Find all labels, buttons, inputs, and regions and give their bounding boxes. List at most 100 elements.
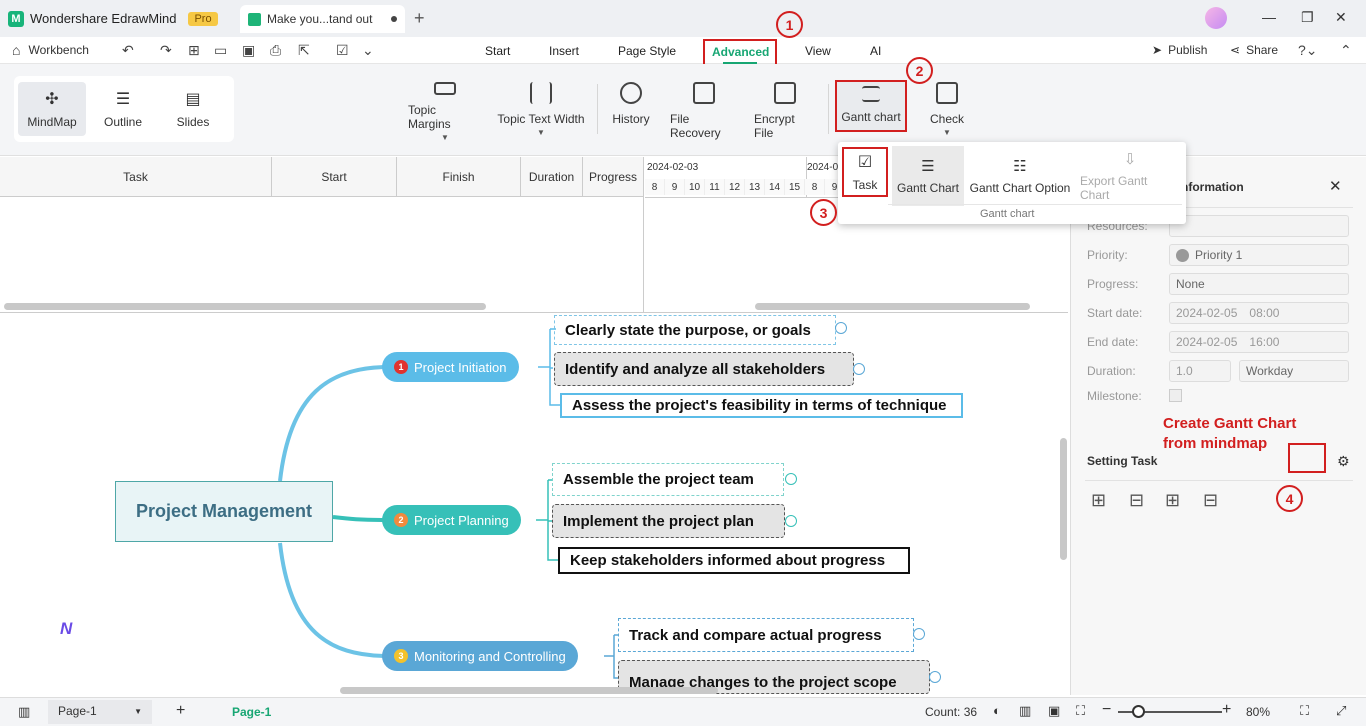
add-subtask-icon[interactable]: ⊞ [1165, 490, 1180, 511]
remove-task-icon[interactable]: ⊟ [1129, 490, 1144, 511]
zoom-level[interactable]: 80% [1246, 705, 1270, 719]
add-page-icon[interactable]: + [176, 702, 185, 720]
share-label: Share [1246, 43, 1279, 57]
zoom-out-icon[interactable]: − [1102, 701, 1111, 719]
checkbox-icon[interactable]: ☑ [336, 42, 349, 59]
priority-3-icon: 3 [394, 649, 408, 663]
more-icon[interactable]: ⌄ [362, 42, 374, 59]
present-icon[interactable]: ⤢ [1336, 703, 1346, 719]
page-select[interactable]: Page-1 ▼ [48, 700, 152, 724]
menu-insert[interactable]: Insert [549, 44, 579, 58]
sidebar-toggle-icon[interactable]: ▥ [18, 704, 30, 720]
resources-select[interactable] [1169, 215, 1349, 237]
file-recovery-button[interactable]: File Recovery [670, 82, 738, 142]
topic-text-width-button[interactable]: Topic Text Width ▼ [497, 82, 585, 142]
subtopic[interactable]: Keep stakeholders informed about progres… [558, 547, 910, 574]
priority-select[interactable]: Priority 1 [1169, 244, 1349, 266]
encrypt-file-button[interactable]: Encrypt File [754, 82, 816, 142]
mindmap-view-button[interactable]: ✣ MindMap [18, 82, 86, 136]
subtopic[interactable]: Implement the project plan [552, 504, 785, 538]
topic-project-planning[interactable]: 2 Project Planning [382, 505, 521, 535]
page-tab[interactable]: Page-1 [232, 705, 271, 719]
timeline-scrollbar[interactable] [755, 303, 1030, 310]
expand-handle-icon[interactable] [785, 515, 797, 527]
document-tab[interactable]: Make you...tand out [240, 5, 405, 33]
subtopic[interactable]: Assemble the project team [552, 463, 784, 496]
export-icon[interactable]: ⇱ [298, 42, 310, 59]
subtopic[interactable]: Clearly state the purpose, or goals [554, 315, 836, 345]
topic-margins-button[interactable]: Topic Margins ▼ [408, 82, 482, 142]
remove-subtask-icon[interactable]: ⊟ [1203, 490, 1218, 511]
share-button[interactable]: ⋖ Share [1230, 43, 1278, 57]
column-start[interactable]: Start [272, 157, 397, 197]
undo-icon[interactable]: ↶ [122, 42, 134, 59]
topic-monitoring-and-controlling[interactable]: 3 Monitoring and Controlling [382, 641, 578, 671]
lock-file-icon [774, 82, 796, 104]
expand-handle-icon[interactable] [785, 473, 797, 485]
task-button[interactable]: ☑ Task [842, 147, 888, 197]
expand-handle-icon[interactable] [929, 671, 941, 683]
topic-project-initiation[interactable]: 1 Project Initiation [382, 352, 519, 382]
help-icon[interactable]: ?⌄ [1298, 42, 1318, 59]
collapse-icon[interactable]: ⌃ [1340, 42, 1352, 59]
maximize-icon[interactable]: ❐ [1301, 9, 1314, 26]
subtopic[interactable]: Identify and analyze all stakeholders [554, 352, 854, 386]
zoom-slider-thumb[interactable] [1132, 705, 1145, 718]
duration-unit-select[interactable]: Workday [1239, 360, 1349, 382]
end-date-field[interactable]: 2024-02-05 16:00 [1169, 331, 1349, 353]
redo-icon[interactable]: ↷ [160, 42, 172, 59]
table-scrollbar[interactable] [4, 303, 486, 310]
history-button[interactable]: History [610, 82, 652, 142]
milestone-checkbox[interactable] [1169, 389, 1182, 402]
fit-width-icon[interactable]: ⛶ [1076, 703, 1085, 719]
book-icon[interactable]: ▥ [1019, 703, 1031, 719]
column-finish[interactable]: Finish [397, 157, 521, 197]
fit-page-icon[interactable]: ▣ [1048, 703, 1060, 719]
subtopic[interactable]: Track and compare actual progress [618, 618, 914, 652]
menu-start[interactable]: Start [485, 44, 510, 58]
fullscreen-icon[interactable]: ⛶ [1300, 703, 1309, 719]
column-duration[interactable]: Duration [521, 157, 583, 197]
gantt-chart-view-button[interactable]: ☰ Gantt Chart [892, 146, 964, 206]
print-icon[interactable]: ⎙ [270, 42, 281, 59]
start-date-field[interactable]: 2024-02-05 08:00 [1169, 302, 1349, 324]
gantt-option-icon[interactable]: ⚙ [1337, 453, 1350, 470]
save-icon[interactable]: ▣ [242, 42, 255, 59]
open-folder-icon[interactable]: ▭ [214, 42, 227, 59]
progress-select[interactable]: None [1169, 273, 1349, 295]
outline-view-button[interactable]: ☰ Outline [89, 82, 157, 136]
gantt-chart-option-button[interactable]: ☷ Gantt Chart Option [968, 146, 1072, 206]
create-gantt-from-mindmap-button[interactable] [1288, 443, 1326, 473]
menu-ai[interactable]: AI [870, 44, 881, 58]
menu-view[interactable]: View [805, 44, 831, 58]
zoom-in-icon[interactable]: + [1222, 701, 1231, 719]
mindmap-canvas[interactable]: Project Management 1 Project Initiation … [0, 313, 1068, 695]
workbench-button[interactable]: ⌂ Workbench [12, 42, 89, 58]
expand-handle-icon[interactable] [913, 628, 925, 640]
root-topic[interactable]: Project Management [115, 481, 333, 542]
gantt-chart-button[interactable]: Gantt chart [835, 80, 907, 132]
avatar[interactable] [1205, 7, 1227, 29]
theme-icon[interactable]: ◐ [993, 703, 1001, 718]
expand-handle-icon[interactable] [835, 322, 847, 334]
minimize-icon[interactable]: — [1262, 9, 1276, 25]
column-progress[interactable]: Progress [583, 157, 644, 197]
app-tab[interactable]: M Wondershare EdrawMind Pro [8, 6, 218, 31]
expand-handle-icon[interactable] [853, 363, 865, 375]
canvas-horizontal-scrollbar[interactable] [340, 687, 718, 694]
menu-page-style[interactable]: Page Style [618, 44, 676, 58]
duration-stepper[interactable]: 1.0 [1169, 360, 1231, 382]
new-file-icon[interactable]: ⊞ [188, 42, 200, 59]
canvas-vertical-scrollbar[interactable] [1060, 438, 1067, 560]
close-window-icon[interactable]: ✕ [1335, 9, 1347, 26]
slides-view-button[interactable]: ▤ Slides [159, 82, 227, 136]
publish-button[interactable]: ➤ Publish [1152, 43, 1207, 57]
close-panel-icon[interactable]: ✕ [1329, 177, 1342, 195]
check-button[interactable]: Check ▼ [926, 82, 968, 142]
export-gantt-chart-button[interactable]: ⇩ Export Gantt Chart [1080, 146, 1180, 206]
subtopic[interactable]: Assess the project's feasibility in term… [560, 393, 963, 418]
new-tab-icon[interactable]: + [414, 8, 425, 29]
column-task[interactable]: Task [0, 157, 272, 197]
menu-advanced[interactable]: Advanced [703, 39, 777, 67]
add-task-icon[interactable]: ⊞ [1091, 490, 1106, 511]
